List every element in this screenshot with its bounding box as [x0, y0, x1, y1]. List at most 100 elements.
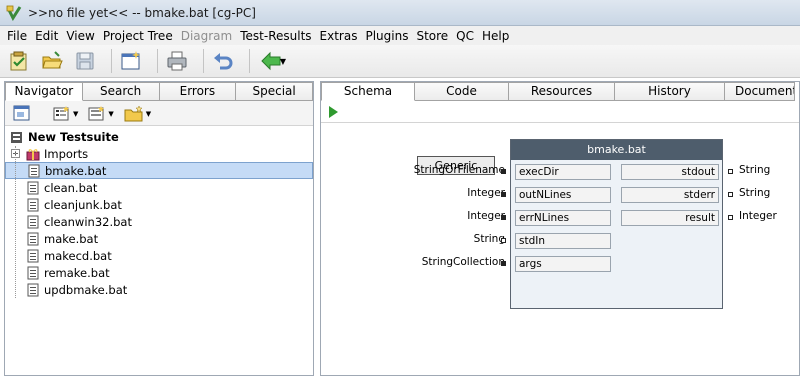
input-port-outnlines[interactable]: outNLines	[515, 187, 611, 203]
schema-toolbar	[321, 101, 799, 123]
navigator-tabs: Navigator Search Errors Special	[5, 82, 313, 101]
title-bar: >>no file yet<< -- bmake.bat [cg-PC]	[0, 0, 800, 26]
menu-view[interactable]: View	[62, 29, 98, 43]
print-icon	[167, 51, 187, 71]
tree-item-label: make.bat	[44, 231, 99, 246]
new-testsuite-button[interactable]	[6, 48, 32, 74]
input-connector[interactable]	[501, 192, 506, 197]
output-type-label: Integer	[739, 210, 777, 222]
menu-plugins[interactable]: Plugins	[361, 29, 412, 43]
save-icon	[76, 52, 94, 70]
print-button[interactable]	[164, 48, 190, 74]
tree-item[interactable]: makecd.bat	[5, 247, 313, 264]
input-port-stdin[interactable]: stdIn	[515, 233, 611, 249]
input-type-label: Integer	[467, 187, 505, 199]
menu-project-tree[interactable]: Project Tree	[99, 29, 177, 43]
add-folder-button[interactable]: ▼	[124, 105, 151, 122]
tree-item[interactable]: make.bat	[5, 230, 313, 247]
tab-errors[interactable]: Errors	[159, 82, 237, 101]
tree-item-label: cleanjunk.bat	[44, 197, 122, 212]
tree-guide-line	[15, 146, 16, 298]
menu-test-results[interactable]: Test-Results	[236, 29, 315, 43]
input-connector[interactable]	[501, 169, 506, 174]
chevron-down-icon[interactable]: ▼	[73, 110, 78, 118]
project-tree: New Testsuite + Imports bmake.bat clean.bat…	[5, 126, 313, 298]
tree-item-label: updbmake.bat	[44, 282, 128, 297]
menu-help[interactable]: Help	[478, 29, 513, 43]
script-file-icon	[28, 164, 40, 177]
add-block-button[interactable]: ▼	[53, 105, 78, 122]
script-file-icon	[27, 266, 39, 279]
open-folder-icon	[42, 51, 63, 69]
tree-item[interactable]: clean.bat	[5, 179, 313, 196]
gift-icon	[26, 148, 40, 160]
tab-navigator[interactable]: Navigator	[5, 82, 83, 101]
tree-item[interactable]: remake.bat	[5, 264, 313, 281]
script-file-icon	[27, 181, 39, 194]
menu-extras[interactable]: Extras	[316, 29, 362, 43]
undo-icon	[214, 53, 233, 70]
menu-diagram[interactable]: Diagram	[177, 29, 237, 43]
tab-schema[interactable]: Schema	[321, 82, 415, 101]
tree-item[interactable]: + Imports	[5, 145, 313, 162]
toolbar-separator	[157, 49, 158, 73]
tree-item[interactable]: cleanwin32.bat	[5, 213, 313, 230]
block-bmake[interactable]: bmake.bat execDir outNLines errNLines stdIn…	[510, 139, 723, 309]
input-type-label: StringOrFilename	[413, 164, 505, 176]
tab-resources[interactable]: Resources	[509, 82, 615, 101]
input-connector[interactable]	[501, 261, 506, 266]
menu-file[interactable]: File	[3, 29, 31, 43]
chevron-down-icon[interactable]: ▼	[108, 110, 113, 118]
new-window-button[interactable]	[118, 48, 144, 74]
menu-store[interactable]: Store	[412, 29, 452, 43]
item-list-icon	[88, 105, 105, 120]
chevron-down-icon[interactable]: ▼	[146, 110, 151, 118]
add-item-button[interactable]: ▼	[88, 105, 114, 122]
back-button[interactable]: ▼	[256, 48, 290, 74]
tree-item-label: bmake.bat	[45, 163, 107, 178]
main-toolbar: ▼	[0, 45, 800, 78]
save-button[interactable]	[72, 48, 98, 74]
tab-code[interactable]: Code	[415, 82, 509, 101]
output-connector[interactable]	[728, 192, 733, 197]
output-port-stderr[interactable]: stderr	[621, 187, 719, 203]
block-title: bmake.bat	[511, 140, 722, 160]
tab-search[interactable]: Search	[82, 82, 160, 101]
script-file-icon	[27, 232, 39, 245]
tab-history[interactable]: History	[615, 82, 725, 101]
chevron-down-icon[interactable]: ▼	[280, 57, 286, 66]
schema-canvas[interactable]: Generic bmake.bat execDir outNLines errNLi…	[321, 123, 799, 375]
undo-button[interactable]	[210, 48, 236, 74]
toolbar-separator	[249, 49, 250, 73]
input-connector[interactable]	[501, 238, 506, 243]
tree-item[interactable]: bmake.bat	[5, 162, 313, 179]
app-logo-icon	[6, 5, 22, 21]
output-connector[interactable]	[728, 169, 733, 174]
output-connector[interactable]	[728, 215, 733, 220]
editor-panel: Schema Code Resources History Documentat…	[320, 81, 800, 376]
input-port-args[interactable]: args	[515, 256, 611, 272]
tree-item[interactable]: cleanjunk.bat	[5, 196, 313, 213]
toolbar-separator	[111, 49, 112, 73]
menu-qc[interactable]: QC	[452, 29, 478, 43]
output-port-stdout[interactable]: stdout	[621, 164, 719, 180]
input-port-execdir[interactable]: execDir	[515, 164, 611, 180]
tree-item-label: remake.bat	[44, 265, 110, 280]
run-icon[interactable]	[327, 105, 339, 119]
input-port-errnlines[interactable]: errNLines	[515, 210, 611, 226]
input-connector[interactable]	[501, 215, 506, 220]
menu-edit[interactable]: Edit	[31, 29, 62, 43]
navigator-view-button[interactable]	[13, 104, 31, 122]
tree-item[interactable]: updbmake.bat	[5, 281, 313, 298]
output-port-result[interactable]: result	[621, 210, 719, 226]
open-button[interactable]	[39, 48, 65, 74]
block-list-icon	[53, 105, 69, 120]
toolbar-separator	[203, 49, 204, 73]
tree-root-testsuite[interactable]: New Testsuite	[5, 128, 313, 145]
output-type-label: String	[739, 187, 771, 199]
input-type-label: Integer	[467, 210, 505, 222]
tab-special[interactable]: Special	[236, 82, 313, 101]
window-title: >>no file yet<< -- bmake.bat [cg-PC]	[28, 5, 256, 20]
tab-documentation[interactable]: Documentation	[725, 82, 795, 101]
input-type-label: StringCollection	[421, 256, 505, 268]
